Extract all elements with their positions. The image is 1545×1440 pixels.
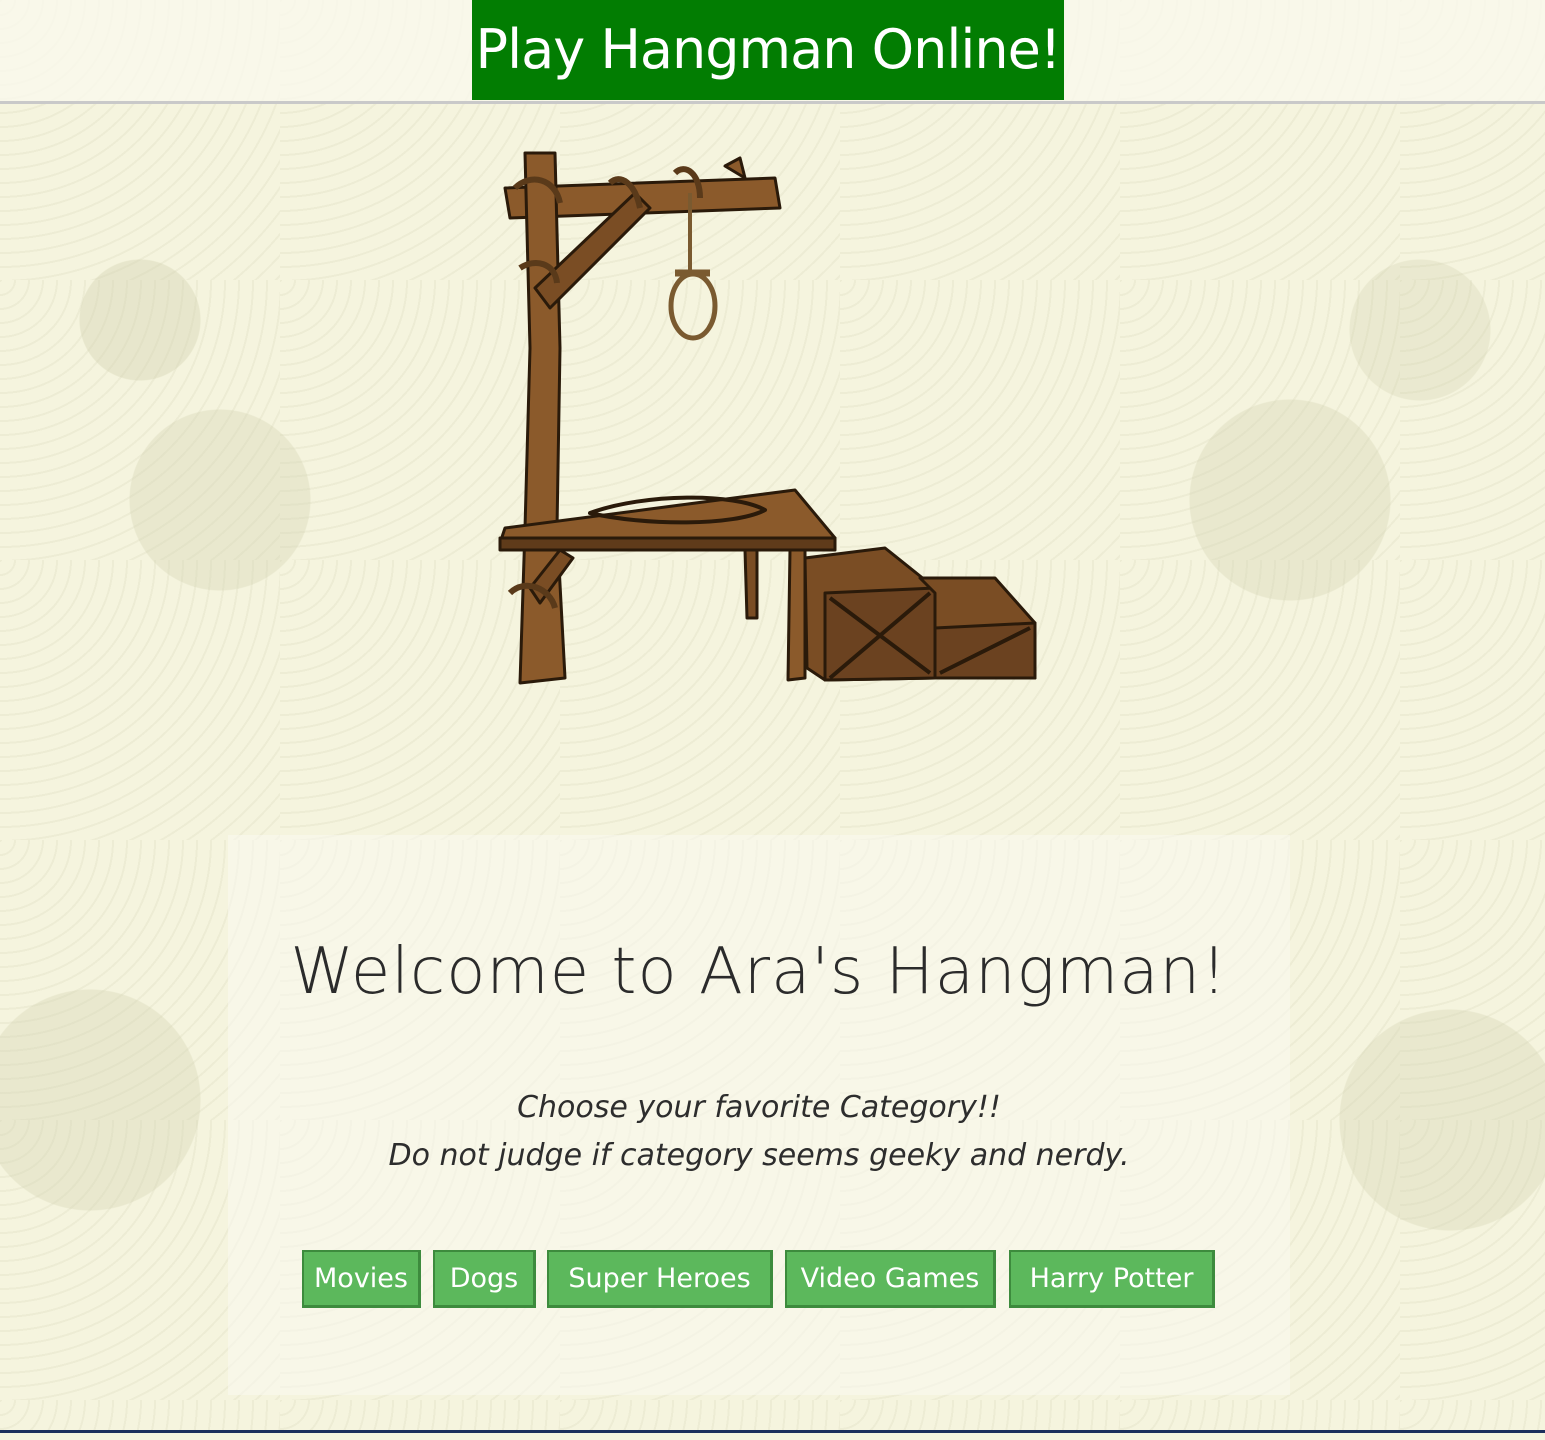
category-video-games-button[interactable]: Video Games — [785, 1250, 996, 1308]
category-dogs-button[interactable]: Dogs — [433, 1250, 536, 1308]
site-title[interactable]: Play Hangman Online! — [472, 0, 1064, 100]
category-movies-button[interactable]: Movies — [302, 1250, 421, 1308]
category-super-heroes-button[interactable]: Super Heroes — [547, 1250, 773, 1308]
bottom-border — [0, 1430, 1545, 1440]
welcome-subtext-1: Choose your favorite Category!! — [517, 1090, 1001, 1125]
welcome-heading: Welcome to Ara's Hangman! — [290, 935, 1228, 1009]
gallows-illustration — [498, 151, 1037, 685]
welcome-subtext-2: Do not judge if category seems geeky and… — [388, 1138, 1130, 1173]
category-harry-potter-button[interactable]: Harry Potter — [1009, 1250, 1215, 1308]
